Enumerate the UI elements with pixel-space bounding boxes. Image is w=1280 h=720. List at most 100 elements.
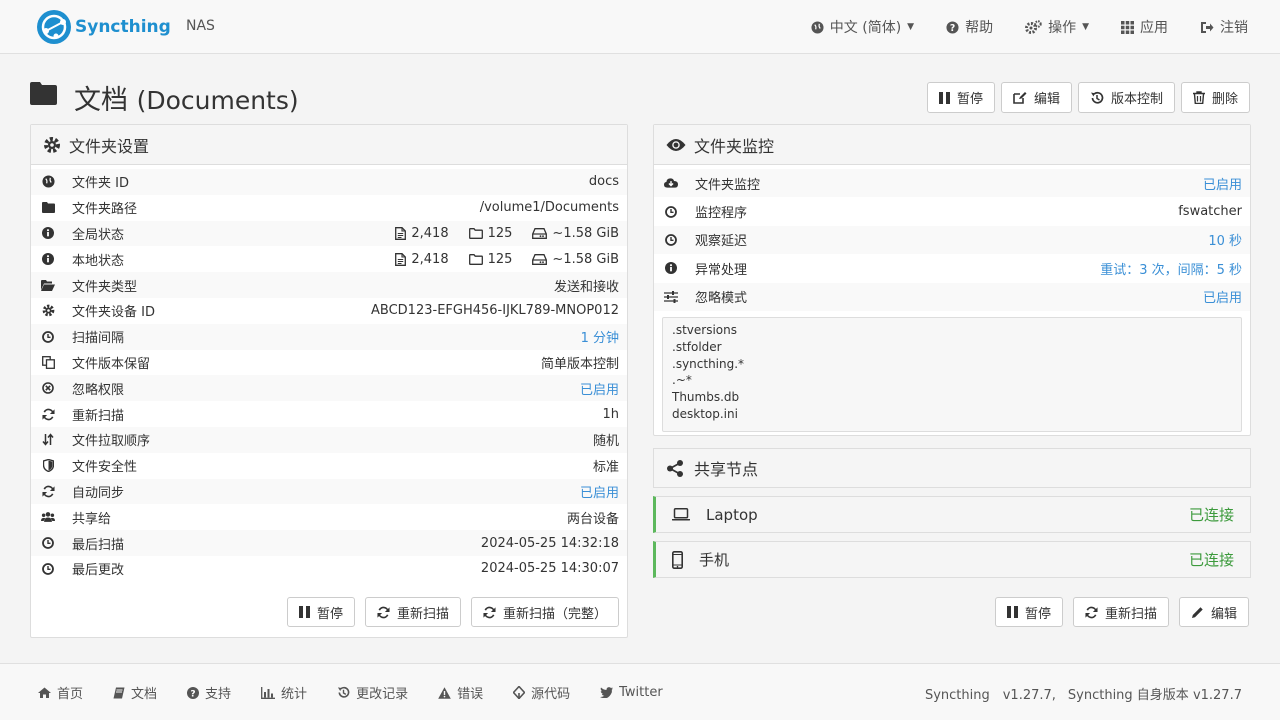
row-label: 监控程序 <box>695 206 748 222</box>
footer-link[interactable]: 文档 <box>113 683 157 702</box>
row-value: 两台设备 <box>566 511 619 527</box>
row-value[interactable]: 10 秒 <box>1208 230 1242 249</box>
shared-devices-actions: 暂停 重新扫描 编辑 <box>994 597 1249 627</box>
row-label: 忽略模式 <box>695 291 748 307</box>
footer-link[interactable]: 首页 <box>38 683 83 702</box>
gear-icon <box>41 304 55 317</box>
version-text: Syncthing v1.27.7, <box>924 688 1056 703</box>
footer-link[interactable]: Twitter <box>600 685 663 700</box>
refresh-icon <box>483 606 496 618</box>
pause-button[interactable]: 暂停 <box>286 597 355 627</box>
rescan-button[interactable]: 重新扫描 <box>1072 597 1169 627</box>
hdd-icon <box>532 228 548 239</box>
row-label: 文件版本保留 <box>72 356 151 372</box>
row-value[interactable]: 已启用 <box>1203 174 1242 193</box>
row-label: 重新扫描 <box>72 408 125 424</box>
footer-link-label: 首页 <box>57 687 84 702</box>
folder-icon <box>41 202 55 214</box>
settings-row: 全局状态 2,418 125 ~1.58 GiB <box>31 220 627 247</box>
book-icon <box>113 687 125 699</box>
users-icon <box>41 511 55 523</box>
top-navbar: Syncthing NAS 中文 (简体) ▼ ? 帮助 操作 ▼ 应用 注销 <box>0 0 1280 54</box>
rescan-label: 重新扫描 <box>396 606 449 622</box>
ignore-pattern-line: .stversions <box>672 322 737 337</box>
pause-button[interactable]: 暂停 <box>994 597 1063 627</box>
logo-text: Syncthing <box>75 17 171 37</box>
row-label: 观察延迟 <box>695 234 748 250</box>
row-label: 最后更改 <box>72 563 125 579</box>
pause-folder-button[interactable]: 暂停 <box>926 82 995 113</box>
rescan-full-button[interactable]: 重新扫描（完整） <box>470 597 619 627</box>
folder-state-stats: 2,418 125 ~1.58 GiB <box>381 226 619 241</box>
clock-icon <box>41 537 55 549</box>
footer-link[interactable]: 源代码 <box>513 683 570 702</box>
stat-value: ~1.58 GiB <box>552 251 619 267</box>
delete-folder-button[interactable]: 删除 <box>1180 82 1250 113</box>
row-value: fswatcher <box>1178 204 1242 220</box>
help-link[interactable]: ? 帮助 <box>946 17 993 37</box>
row-value[interactable]: 重试：3 次，间隔：5 秒 <box>1100 259 1242 278</box>
stat-size: ~1.58 GiB <box>532 252 619 267</box>
copy-icon <box>41 356 55 369</box>
footer-link-label: 更改记录 <box>356 687 409 702</box>
refresh-icon <box>41 408 55 421</box>
sort-icon <box>41 433 55 447</box>
edit-folder-button[interactable]: 编辑 <box>1000 82 1072 113</box>
syncthing-logo[interactable]: Syncthing <box>36 9 171 45</box>
clock-icon <box>41 562 55 575</box>
trash-icon <box>1192 91 1205 104</box>
refresh-icon <box>41 485 55 498</box>
footer-links: 首页 文档 ? 支持 统计 更改记录 错误 源代码 Twitter <box>38 664 663 720</box>
footer-link-label: 错误 <box>457 687 484 702</box>
laptop-icon <box>672 508 690 521</box>
ignore-pattern-line: .~* <box>672 373 692 388</box>
rescan-button[interactable]: 重新扫描 <box>364 597 461 627</box>
folder-settings-header: 文件夹设置 <box>31 125 627 165</box>
versioning-button[interactable]: 版本控制 <box>1077 82 1175 113</box>
shared-devices-title: 共享节点 <box>694 460 759 479</box>
folder-settings-actions: 暂停 重新扫描 重新扫描（完整） <box>286 597 619 627</box>
logout-link[interactable]: 注销 <box>1200 17 1248 37</box>
settings-row: 观察延迟 10 秒 <box>654 225 1250 255</box>
settings-row: 异常处理 重试：3 次，间隔：5 秒 <box>654 254 1250 282</box>
info-icon <box>41 253 55 266</box>
footer-link-label: 支持 <box>205 687 232 702</box>
help-label: 帮助 <box>965 20 994 36</box>
share-icon <box>667 459 683 477</box>
device-row-laptop[interactable]: Laptop 已连接 <box>653 496 1251 533</box>
language-dropdown[interactable]: 中文 (简体) ▼ <box>811 17 914 37</box>
actions-dropdown[interactable]: 操作 ▼ <box>1025 17 1089 37</box>
globe-icon <box>811 20 824 34</box>
sliders-icon <box>664 290 678 303</box>
folder-outline-icon <box>468 253 483 265</box>
apps-link[interactable]: 应用 <box>1121 17 1168 37</box>
self-version-text: Syncthing 自身版本 v1.27.7 <box>1067 688 1242 703</box>
footer-link[interactable]: ? 支持 <box>187 683 231 702</box>
footer-link[interactable]: 错误 <box>438 683 483 702</box>
row-value[interactable]: 已启用 <box>580 379 619 398</box>
twitter-icon <box>600 687 614 698</box>
footer-link[interactable]: 统计 <box>261 683 307 702</box>
device-row-phone[interactable]: 手机 已连接 <box>653 541 1251 578</box>
question-icon: ? <box>946 20 959 33</box>
clock-icon <box>664 234 678 246</box>
ignore-pattern-line: desktop.ini <box>672 406 738 421</box>
row-label: 异常处理 <box>695 262 748 278</box>
edit-button[interactable]: 编辑 <box>1178 597 1249 627</box>
clock-icon <box>41 330 55 343</box>
stat-files: 2,418 <box>395 252 449 267</box>
globe-icon <box>41 175 55 188</box>
settings-row: 重新扫描 1h <box>31 401 627 427</box>
device-name: 手机 <box>699 551 730 569</box>
footer-link[interactable]: 更改记录 <box>337 683 408 702</box>
row-value[interactable]: 已启用 <box>1203 287 1242 306</box>
folder-state-stats: 2,418 125 ~1.58 GiB <box>381 252 619 267</box>
folder-settings-list: 文件夹 ID docs 文件夹路径/volume1/Documents 全局状态 2,4… <box>31 165 627 586</box>
row-value[interactable]: 1 分钟 <box>581 327 619 346</box>
home-icon <box>38 687 51 698</box>
row-value[interactable]: 已启用 <box>580 482 619 501</box>
device-status: 已连接 <box>1188 506 1234 524</box>
row-label: 文件夹类型 <box>72 279 138 295</box>
clock-icon <box>664 205 678 218</box>
device-host-name: NAS <box>186 18 215 34</box>
